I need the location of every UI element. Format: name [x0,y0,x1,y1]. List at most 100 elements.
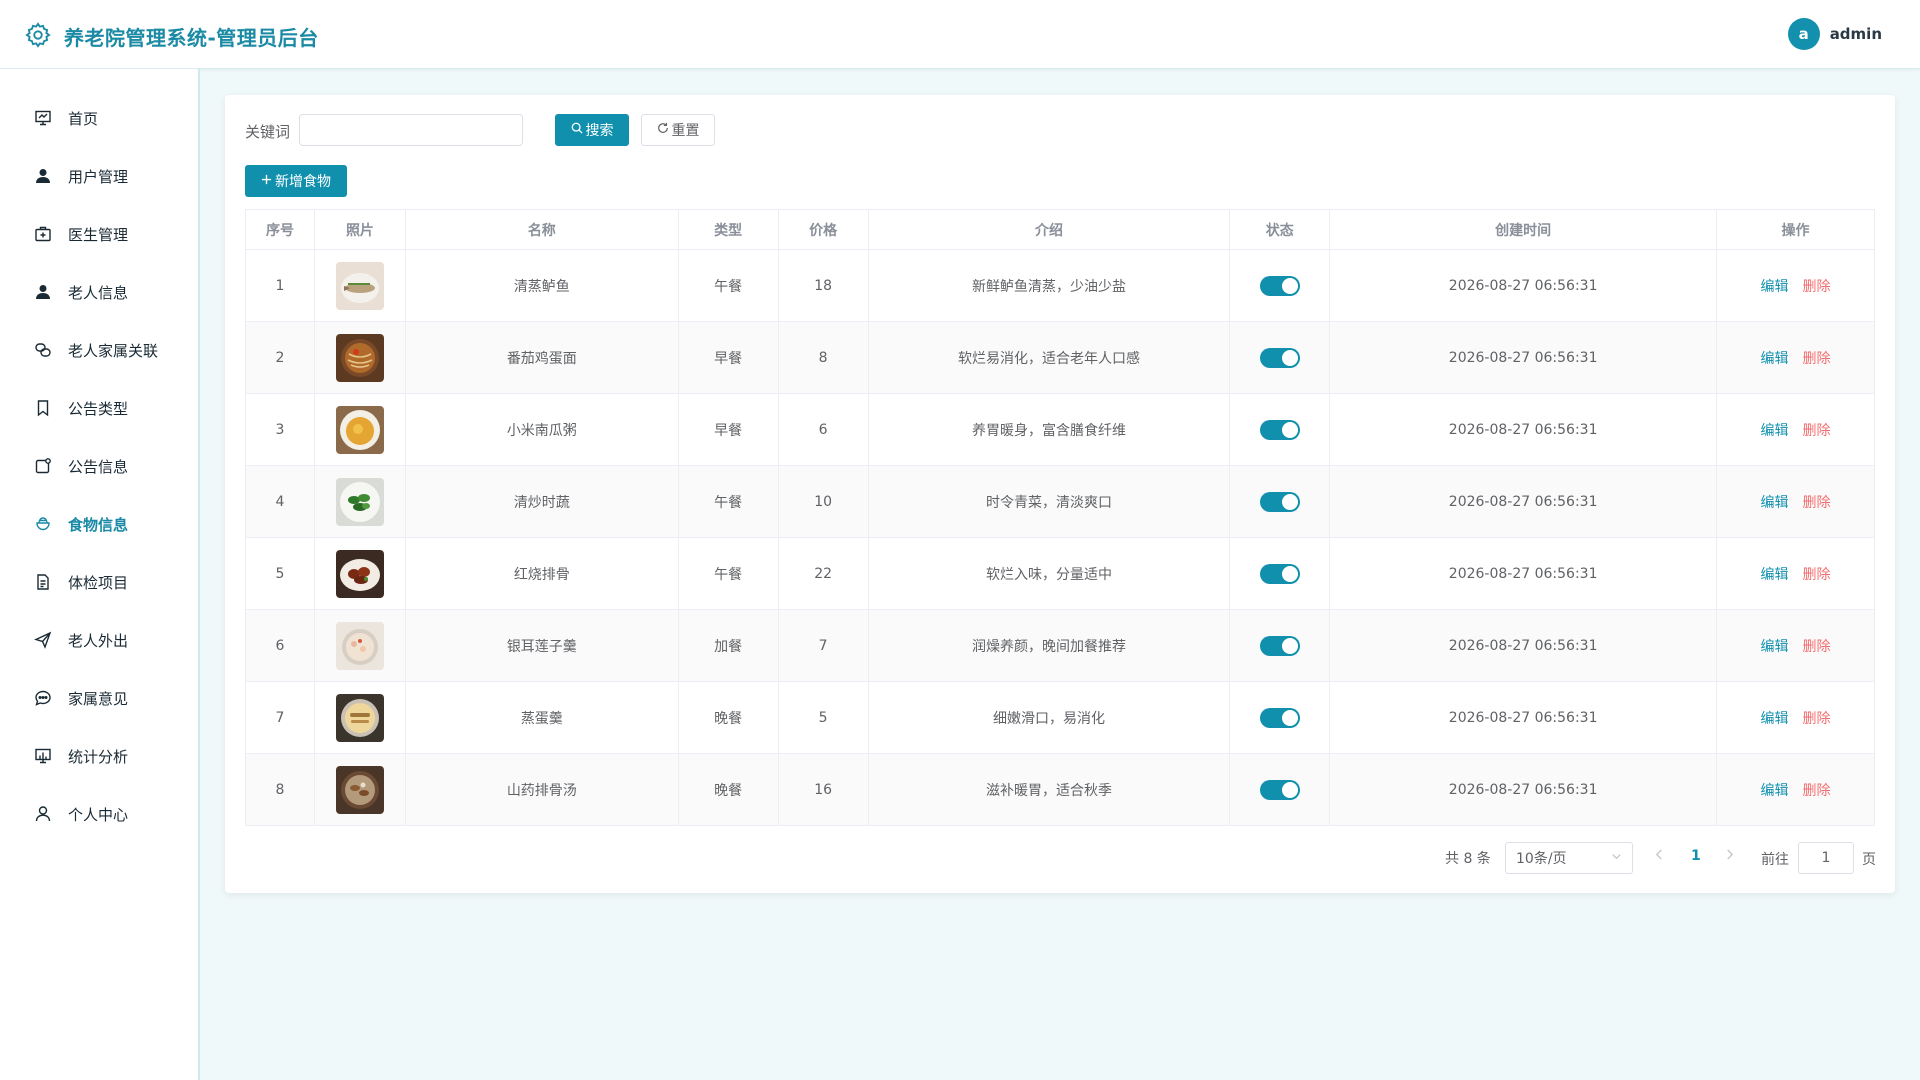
sidebar-item-label: 公告信息 [68,457,129,476]
goto-page-input[interactable]: 1 [1798,842,1854,874]
column-header: 状态 [1229,209,1331,250]
sidebar-item-home[interactable]: 首页 [0,89,198,147]
cell-name: 蒸蛋羹 [404,681,679,754]
add-food-button-label: 新增食物 [275,174,331,190]
cell-type: 午餐 [677,465,779,538]
table-row: 1 清蒸鲈鱼 午餐 18 新鲜鲈鱼清蒸，少油少盐 2026-08-27 06:56:31 编… [245,249,1875,322]
edit-button[interactable]: 编辑 [1761,567,1789,583]
user-menu[interactable]: a admin [1787,18,1882,50]
food-photo[interactable] [335,477,384,526]
app-title: 养老院管理系统-管理员后台 [64,26,319,50]
delete-button[interactable]: 删除 [1803,783,1831,799]
cell-status [1229,753,1331,826]
cell-name: 银耳莲子羹 [404,609,679,682]
avatar[interactable]: a [1787,18,1820,50]
sidebar-item-checkup[interactable]: 体检项目 [0,553,198,611]
cell-created: 2026-08-27 06:56:31 [1329,321,1718,394]
profile-icon [34,805,52,823]
food-photo[interactable] [335,549,384,598]
delete-button[interactable]: 删除 [1803,711,1831,727]
edit-button[interactable]: 编辑 [1761,783,1789,799]
food-photo[interactable] [335,333,384,382]
add-food-button[interactable]: 新增食物 [245,165,347,197]
cell-photo [313,465,406,538]
status-toggle[interactable] [1259,707,1300,728]
edit-button[interactable]: 编辑 [1761,423,1789,439]
status-toggle[interactable] [1259,635,1300,656]
send-icon [34,631,52,649]
delete-button[interactable]: 删除 [1803,423,1831,439]
sidebar-item-food[interactable]: 食物信息 [0,495,198,553]
sidebar-item-outings[interactable]: 老人外出 [0,611,198,669]
cell-name: 红烧排骨 [404,537,679,610]
cell-desc: 细嫩滑口，易消化 [867,681,1231,754]
edit-button[interactable]: 编辑 [1761,495,1789,511]
status-toggle[interactable] [1259,491,1300,512]
status-toggle[interactable] [1259,347,1300,368]
sidebar-item-notices[interactable]: 公告信息 [0,437,198,495]
cell-name: 番茄鸡蛋面 [404,321,679,394]
plus-icon [261,173,272,189]
cell-desc: 养胃暖身，富含膳食纤维 [867,393,1231,466]
food-photo[interactable] [335,621,384,670]
cell-photo [313,681,406,754]
delete-button[interactable]: 删除 [1803,567,1831,583]
cell-no: 6 [245,609,315,682]
status-toggle[interactable] [1259,779,1300,800]
sidebar-item-label: 食物信息 [68,515,129,534]
cell-created: 2026-08-27 06:56:31 [1329,249,1718,322]
cell-photo [313,393,406,466]
page-number-current[interactable]: 1 [1691,848,1701,880]
prev-page-button[interactable] [1655,848,1664,880]
status-toggle[interactable] [1259,275,1300,296]
sidebar-item-label: 老人外出 [68,631,129,650]
search-icon [571,122,583,138]
food-photo[interactable] [335,405,384,454]
sidebar-item-profile[interactable]: 个人中心 [0,785,198,843]
cell-status [1229,609,1331,682]
sidebar-item-feedback[interactable]: 家属意见 [0,669,198,727]
sidebar-item-statistics[interactable]: 统计分析 [0,727,198,785]
search-button[interactable]: 搜索 [555,114,629,146]
cell-desc: 润燥养颜，晚间加餐推荐 [867,609,1231,682]
table-row: 5 红烧排骨 午餐 22 软烂入味，分量适中 2026-08-27 06:56:31 编辑删… [245,537,1875,610]
status-toggle[interactable] [1259,419,1300,440]
username[interactable]: admin [1830,25,1882,43]
cell-created: 2026-08-27 06:56:31 [1329,609,1718,682]
cell-photo [313,321,406,394]
sidebar-item-notice-types[interactable]: 公告类型 [0,379,198,437]
delete-button[interactable]: 删除 [1803,495,1831,511]
cell-created: 2026-08-27 06:56:31 [1329,681,1718,754]
table-row: 3 小米南瓜粥 早餐 6 养胃暖身，富含膳食纤维 2026-08-27 06:56:31 编… [245,393,1875,466]
reset-button[interactable]: 重置 [641,114,715,146]
reset-button-label: 重置 [671,123,700,139]
page-size-select[interactable]: 10条/页 [1505,842,1633,874]
edit-button[interactable]: 编辑 [1761,279,1789,295]
sidebar-item-family-link[interactable]: 老人家属关联 [0,321,198,379]
sidebar-item-doctors[interactable]: 医生管理 [0,205,198,263]
sidebar-item-users[interactable]: 用户管理 [0,147,198,205]
cell-desc: 软烂入味，分量适中 [867,537,1231,610]
food-photo[interactable] [335,693,384,742]
cell-price: 8 [777,321,869,394]
sidebar-item-elders[interactable]: 老人信息 [0,263,198,321]
status-toggle[interactable] [1259,563,1300,584]
food-photo[interactable] [335,765,384,814]
next-page-button[interactable] [1725,848,1734,880]
cell-no: 2 [245,321,315,394]
edit-button[interactable]: 编辑 [1761,351,1789,367]
delete-button[interactable]: 删除 [1803,639,1831,655]
delete-button[interactable]: 删除 [1803,279,1831,295]
edit-button[interactable]: 编辑 [1761,639,1789,655]
cell-name: 山药排骨汤 [404,753,679,826]
cell-status [1229,321,1331,394]
cell-desc: 滋补暖胃，适合秋季 [867,753,1231,826]
gear-icon [24,21,52,49]
keyword-input[interactable] [299,114,523,146]
cell-actions: 编辑 删除 [1716,681,1875,754]
food-photo[interactable] [335,261,384,310]
edit-button[interactable]: 编辑 [1761,711,1789,727]
delete-button[interactable]: 删除 [1803,351,1831,367]
column-header: 类型 [677,209,779,250]
sidebar-item-label: 家属意见 [68,689,129,708]
